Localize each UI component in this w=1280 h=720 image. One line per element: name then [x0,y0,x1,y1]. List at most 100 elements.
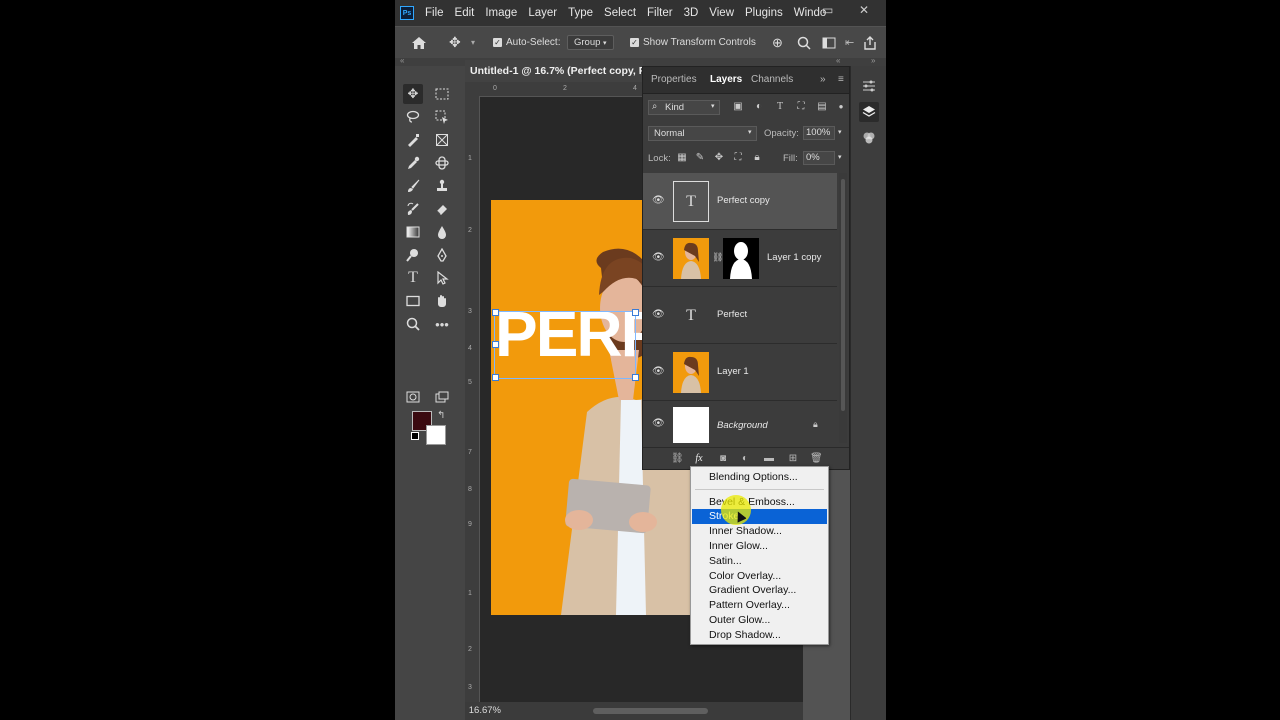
zoom-level[interactable]: 16.67% [465,705,501,716]
blend-mode-dropdown[interactable]: Normal ▾ [648,126,757,141]
filter-shape-icon[interactable]: ⛶ [795,101,807,113]
menu-filter[interactable]: Filter [647,7,673,19]
visibility-eye-icon[interactable]: 👁︎ [652,367,665,377]
filter-pixel-icon[interactable]: ▣ [732,101,744,113]
adjustments-icon[interactable] [859,76,879,96]
fx-icon[interactable]: fx [693,453,705,465]
new-layer-icon[interactable]: ⊞ [787,453,799,465]
layers-icon[interactable] [859,102,879,122]
history-brush-tool-icon[interactable] [403,199,423,219]
3d-mode-icon[interactable]: ⊕ [772,27,783,58]
collapse-dock-icon[interactable]: » [871,56,875,65]
menu-3d[interactable]: 3D [684,7,699,19]
layer-name[interactable]: Background [717,420,768,431]
path-selection-tool-icon[interactable] [432,268,452,288]
lock-pixels-icon[interactable]: ✎ [694,152,706,164]
tab-channels[interactable]: Channels [751,74,793,85]
menu-item-satin[interactable]: Satin... [692,554,827,569]
menu-item-inner-shadow[interactable]: Inner Shadow... [692,524,827,539]
auto-select-checkbox[interactable]: ✓ Auto-Select: [493,27,560,58]
menu-item-gradient-overlay[interactable]: Gradient Overlay... [692,583,827,598]
layer-row-perfect-copy[interactable]: 👁︎ T Perfect copy [643,173,837,230]
lock-all-icon[interactable]: 🔒︎ [751,152,763,164]
search-icon[interactable] [797,27,811,58]
lock-artboard-icon[interactable]: ⛶ [732,152,744,164]
tab-properties[interactable]: Properties [651,74,697,85]
filter-type-icon[interactable]: T [774,101,786,113]
menu-view[interactable]: View [709,7,734,19]
menu-item-outer-glow[interactable]: Outer Glow... [692,613,827,628]
swap-colors-icon[interactable]: ↰ [437,410,445,421]
screen-mode-icon[interactable] [432,387,452,407]
visibility-eye-icon[interactable]: 👁︎ [652,310,665,320]
blur-tool-icon[interactable] [432,222,452,242]
add-mask-icon[interactable]: ◙ [717,453,729,465]
healing-brush-tool-icon[interactable] [432,153,452,173]
frame-tool-icon[interactable] [432,130,452,150]
visibility-eye-icon[interactable]: 👁︎ [652,419,665,429]
chevron-down-icon[interactable]: ▾ [838,128,842,136]
fill-input[interactable]: 0% [803,151,835,165]
collapse-right-icon[interactable]: « [836,56,840,65]
layer-row-perfect[interactable]: 👁︎ T Perfect [643,287,837,344]
document-tab[interactable]: Untitled-1 @ 16.7% (Perfect copy, RGB [465,60,662,83]
transform-handle[interactable] [632,309,639,316]
layer-row-layer-1-copy[interactable]: 👁︎ ⛓︎ Layer 1 copy [643,230,837,287]
workspace-icon[interactable] [822,27,836,58]
chevron-down-icon[interactable]: ▾ [471,27,475,58]
rectangle-tool-icon[interactable] [403,291,423,311]
background-color-swatch[interactable] [426,425,446,445]
transform-handle[interactable] [492,309,499,316]
more-tools-icon[interactable]: ••• [432,314,452,334]
menu-file[interactable]: File [425,7,444,19]
object-select-tool-icon[interactable] [432,107,452,127]
move-tool-icon[interactable]: ✥ [449,27,461,58]
share-icon[interactable] [863,27,877,58]
brush-pen-tool-icon[interactable] [403,130,423,150]
layer-name[interactable]: Perfect [717,309,747,320]
layer-row-background[interactable]: 👁︎ Background 🔒︎ [643,401,837,443]
show-transform-checkbox[interactable]: ✓ Show Transform Controls [630,27,756,58]
panel-menu-icon[interactable]: ≡ [838,74,844,85]
layer-row-layer-1[interactable]: 👁︎ Layer 1 [643,344,837,401]
lasso-tool-icon[interactable] [403,107,423,127]
tab-layers[interactable]: Layers [710,74,742,85]
home-icon[interactable] [411,27,427,58]
menu-item-drop-shadow[interactable]: Drop Shadow... [692,628,827,643]
menu-item-bevel-emboss[interactable]: Bevel & Emboss... [692,495,827,510]
visibility-eye-icon[interactable]: 👁︎ [652,253,665,263]
layer-name[interactable]: Layer 1 copy [767,252,821,263]
lock-position-icon[interactable]: ✥ [713,152,725,164]
quick-mask-icon[interactable] [403,387,423,407]
trash-icon[interactable]: 🗑︎ [810,453,823,465]
adjustment-layer-icon[interactable]: ◐ [739,453,751,465]
menu-item-pattern-overlay[interactable]: Pattern Overlay... [692,598,827,613]
menu-item-inner-glow[interactable]: Inner Glow... [692,539,827,554]
layers-scrollbar-thumb[interactable] [841,179,845,411]
transform-bounding-box[interactable] [492,309,639,381]
chevron-down-icon[interactable]: ▾ [838,153,842,161]
horizontal-scrollbar[interactable] [593,708,708,714]
brush-tool-icon[interactable] [403,176,423,196]
transform-handle[interactable] [492,374,499,381]
menu-layer[interactable]: Layer [528,7,557,19]
menu-item-color-overlay[interactable]: Color Overlay... [692,569,827,584]
kind-filter-dropdown[interactable]: ⌕ Kind ▾ [648,100,720,115]
marquee-tool-icon[interactable] [432,84,452,104]
layer-mask-thumbnail[interactable] [723,238,759,279]
stamp-tool-icon[interactable] [432,176,452,196]
link-layers-icon[interactable]: ⛓︎ [671,453,684,465]
type-tool-icon[interactable]: T [403,268,423,288]
menu-item-stroke[interactable]: Stroke... [692,509,827,524]
menu-plugins[interactable]: Plugins [745,7,783,19]
menu-type[interactable]: Type [568,7,593,19]
eraser-tool-icon[interactable] [432,199,452,219]
menu-image[interactable]: Image [485,7,517,19]
transform-handle[interactable] [492,341,499,348]
pen-tool-icon[interactable] [432,245,452,265]
filter-adjustment-icon[interactable]: ◐ [753,101,765,113]
opacity-input[interactable]: 100% [803,126,835,140]
close-button[interactable]: ✕ [859,3,869,17]
zoom-tool-icon[interactable] [403,314,423,334]
group-folder-icon[interactable]: ▬ [763,453,775,465]
